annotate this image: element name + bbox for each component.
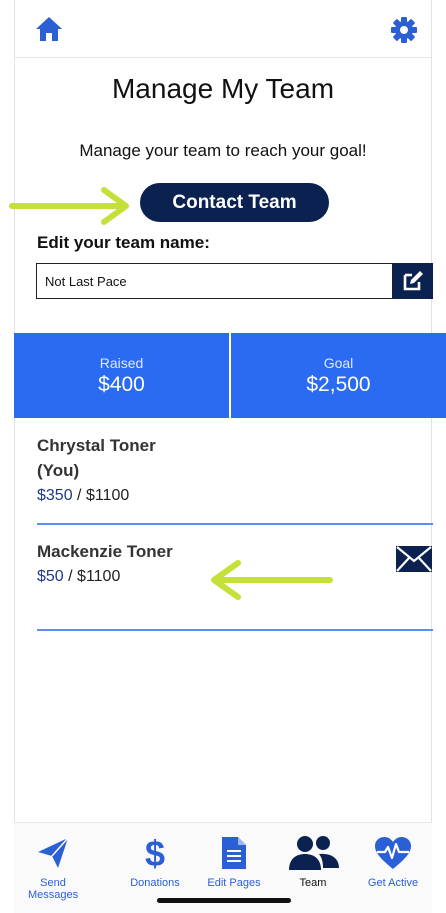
nav-get-active[interactable]: Get Active <box>353 833 433 889</box>
fundraising-stats: Raised $400 Goal $2,500 <box>14 333 446 418</box>
team-name-input[interactable] <box>36 263 393 299</box>
nav-team[interactable]: Team <box>273 833 353 889</box>
nav-label: Send Messages <box>28 877 79 901</box>
team-icon <box>289 836 339 870</box>
member-amount-separator: / <box>72 487 86 504</box>
member-goal: $1100 <box>77 568 121 585</box>
document-icon <box>222 837 246 869</box>
member-raised: $50 <box>37 568 64 585</box>
nav-label: Team <box>299 877 327 889</box>
goal-value: $2,500 <box>306 372 371 396</box>
nav-label: Edit Pages <box>207 877 261 889</box>
nav-label: Donations <box>130 877 180 889</box>
member-goal: $1100 <box>85 487 130 504</box>
svg-text:$: $ <box>145 834 165 872</box>
member-name: Mackenzie Toner <box>37 542 173 561</box>
team-member-row[interactable]: Chrystal Toner (You) $350 / $1100 <box>37 433 433 525</box>
contact-team-button[interactable]: Contact Team <box>140 183 329 222</box>
home-indicator[interactable] <box>157 898 291 903</box>
nav-edit-pages[interactable]: Edit Pages <box>194 833 274 889</box>
page-subtitle: Manage your team to reach your goal! <box>79 141 367 160</box>
nav-label: Get Active <box>367 877 419 889</box>
member-raised: $350 <box>37 487 73 504</box>
edit-team-name-label: Edit your team name: <box>37 233 210 252</box>
mail-icon[interactable] <box>395 545 433 573</box>
dollar-icon: $ <box>145 834 165 872</box>
raised-value: $400 <box>98 372 145 396</box>
page-title: Manage My Team <box>111 73 335 104</box>
nav-send-messages[interactable]: Send Messages <box>13 833 93 901</box>
raised-stat: Raised $400 <box>14 333 229 418</box>
nav-donations[interactable]: $ Donations <box>115 833 195 889</box>
member-amount: $350 / $1100 <box>37 483 433 508</box>
member-amount-separator: / <box>63 568 78 585</box>
goal-stat: Goal $2,500 <box>229 333 446 418</box>
paper-plane-icon <box>38 837 69 868</box>
annotation-arrow-left-icon <box>211 560 333 600</box>
top-bar <box>14 0 432 58</box>
heart-pulse-icon <box>375 837 411 869</box>
goal-label: Goal <box>323 354 354 371</box>
member-name: Chrystal Toner (You) <box>37 436 156 480</box>
raised-label: Raised <box>99 354 144 371</box>
edit-team-name-button[interactable] <box>393 263 433 299</box>
annotation-arrow-right-icon <box>9 187 129 225</box>
gear-icon[interactable] <box>390 16 418 44</box>
edit-icon <box>403 271 423 291</box>
home-icon[interactable] <box>34 14 64 44</box>
